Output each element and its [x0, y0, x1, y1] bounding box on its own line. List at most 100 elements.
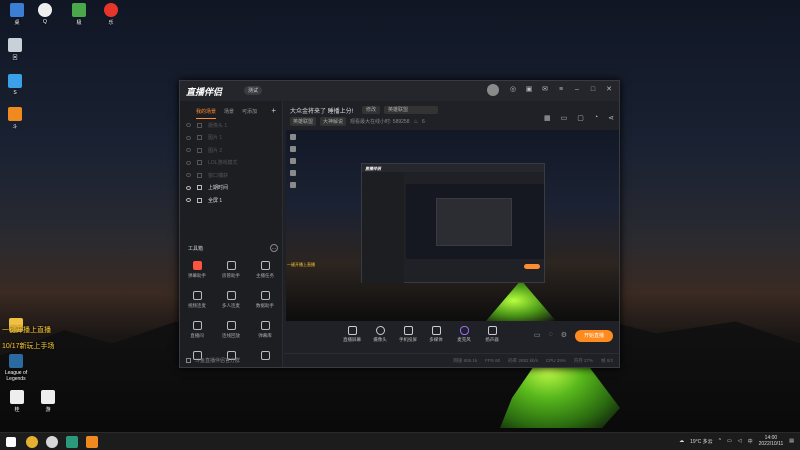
tool-tasks[interactable]: 主播任务: [248, 261, 282, 279]
weather-text[interactable]: 19°C 多云: [690, 438, 713, 445]
status-network: 网速 655.1k: [453, 357, 478, 363]
app-icon[interactable]: [66, 436, 78, 448]
tool-data[interactable]: 数据助手: [248, 291, 282, 309]
streaming-app-taskbar-icon[interactable]: [86, 436, 98, 448]
eye-icon[interactable]: [186, 173, 191, 178]
bell-icon[interactable]: ◔: [594, 114, 598, 122]
gift-icon[interactable]: ▦: [544, 114, 551, 122]
desktop-icon[interactable]: 乐: [98, 3, 124, 26]
browser-icon[interactable]: [46, 436, 58, 448]
download-icon: [226, 291, 236, 300]
notification-icon[interactable]: ▤: [789, 438, 794, 444]
scene-item[interactable]: 摄像头 1: [186, 119, 282, 132]
minimize-icon[interactable]: –: [573, 86, 581, 94]
app-icon: [104, 3, 118, 17]
desktop-icon[interactable]: 桌: [4, 3, 30, 26]
toolbox-more-button[interactable]: …: [270, 244, 278, 252]
microphone-button[interactable]: 麦克风: [450, 326, 478, 343]
record-icon[interactable]: ▭: [534, 331, 541, 339]
eye-icon[interactable]: [186, 160, 191, 165]
menu-icon[interactable]: ≡: [557, 86, 565, 94]
scene-item[interactable]: 全屏 1: [186, 194, 282, 207]
scene-list: 摄像头 1 图片 1 图片 2 LOL游戏模式 窗口捕获 上期时间 全屏 1: [180, 119, 282, 207]
sidebar-footer[interactable]: 斗鱼直播伴侣官方群: [186, 357, 240, 364]
gear-icon[interactable]: ⚙: [561, 331, 567, 339]
download-icon: [260, 351, 270, 360]
desktop-icon-lol[interactable]: League of Legends: [1, 354, 31, 382]
eye-icon[interactable]: [186, 148, 191, 153]
tool-danmaku-lib[interactable]: 弹幕库: [248, 321, 282, 339]
avatar[interactable]: [487, 84, 499, 96]
edit-title-button[interactable]: 修改: [362, 106, 381, 114]
tool-multi-link[interactable]: 多人连麦: [214, 291, 248, 309]
sidebar: 我的场景 场景 可添加 + 摄像头 1 图片 1 图片 2 LOL游戏模式 窗口…: [180, 101, 283, 367]
support-icon[interactable]: ◎: [509, 86, 517, 94]
speaker-button[interactable]: 扬声器: [478, 326, 506, 343]
share-icon[interactable]: ⋖: [608, 114, 614, 122]
tv-icon[interactable]: ▢: [577, 114, 584, 122]
preview-app-window: 直播伴侣: [361, 163, 545, 283]
scene-item[interactable]: 上期时间: [186, 182, 282, 195]
tool-room-manager[interactable]: 房管助手: [214, 261, 248, 279]
network-icon[interactable]: ▭: [727, 438, 732, 444]
mail-icon[interactable]: ✉: [541, 86, 549, 94]
desktop-icon[interactable]: 游: [35, 390, 61, 413]
app-icon: [72, 3, 86, 17]
danmaku-icon: [192, 261, 202, 270]
desktop-icon[interactable]: Q: [32, 3, 58, 25]
recycle-bin-icon: [8, 38, 22, 52]
scene-item[interactable]: 图片 1: [186, 132, 282, 145]
app-icon: [8, 107, 22, 121]
close-icon[interactable]: ✕: [605, 86, 613, 94]
input-method-icon[interactable]: 中: [748, 438, 753, 445]
toolbox-grid: 弹幕助手 房管助手 主播任务 视频连麦 多人连麦 数据助手 直播间 连线回放 弹…: [180, 261, 283, 360]
tool-room[interactable]: 直播间: [180, 321, 214, 339]
volume-icon[interactable]: ◁: [738, 438, 742, 444]
camera-button[interactable]: 摄像头: [366, 326, 394, 343]
start-icon[interactable]: [6, 437, 16, 447]
tool-replay[interactable]: 连线回放: [214, 321, 248, 339]
fans-icon: ♨: [413, 118, 418, 125]
tag-chip[interactable]: 英雄联盟: [290, 117, 317, 126]
scene-item[interactable]: LOL游戏模式: [186, 157, 282, 170]
tab-my-scenes[interactable]: 我的场景: [196, 108, 217, 119]
desktop-icon[interactable]: 极: [66, 3, 92, 26]
desktop-icon[interactable]: 回: [2, 38, 28, 61]
eye-icon[interactable]: [186, 198, 191, 203]
chrome-icon[interactable]: [26, 436, 38, 448]
media-button[interactable]: 多媒体: [422, 326, 450, 343]
eye-icon[interactable]: [186, 185, 191, 190]
scene-item[interactable]: 图片 2: [186, 144, 282, 157]
scene-item[interactable]: 窗口捕获: [186, 169, 282, 182]
phone-cast-button[interactable]: 手机投屏: [394, 326, 422, 343]
source-icon: [197, 147, 202, 153]
category-select[interactable]: 英雄联盟: [384, 106, 438, 114]
stream-preview[interactable]: 一键开播上直播 直播伴侣: [286, 130, 619, 321]
eye-icon[interactable]: [186, 135, 191, 140]
tool-more-3[interactable]: [248, 351, 282, 360]
stream-title[interactable]: 大众金将来了 睡播上分!: [290, 106, 353, 115]
toolbox-title: 工具箱: [188, 246, 204, 252]
gift-icon[interactable]: ▣: [525, 86, 533, 94]
desktop-icon[interactable]: 桂: [4, 390, 30, 413]
share-screen-icon[interactable]: ▭: [561, 114, 568, 122]
desktop-icon[interactable]: S: [2, 74, 28, 96]
stream-settings-icon[interactable]: ◌: [549, 331, 553, 339]
tab-addable[interactable]: 可添加: [242, 108, 257, 119]
source-icon: [197, 185, 202, 191]
tool-danmaku[interactable]: 弹幕助手: [180, 261, 214, 279]
tab-scenes[interactable]: 场景: [224, 108, 234, 119]
tool-video-link[interactable]: 视频连麦: [180, 291, 214, 309]
add-scene-button[interactable]: +: [271, 106, 276, 115]
tag-chip[interactable]: 大神解说: [320, 117, 347, 126]
eye-icon[interactable]: [186, 123, 191, 128]
desktop-icon[interactable]: 斗: [2, 107, 28, 130]
clock[interactable]: 14:00 2022/10/11: [759, 435, 784, 447]
data-icon: [260, 291, 270, 300]
screen-capture-button[interactable]: 直播屏幕: [338, 326, 366, 343]
app-titlebar: 直播伴侣 测试 ◎ ▣ ✉ ≡ – □ ✕: [180, 81, 619, 101]
start-live-button[interactable]: 开始直播: [575, 330, 613, 342]
version-badge[interactable]: 测试: [244, 86, 263, 95]
maximize-icon[interactable]: □: [589, 86, 597, 94]
chevron-up-icon[interactable]: ^: [719, 438, 721, 444]
